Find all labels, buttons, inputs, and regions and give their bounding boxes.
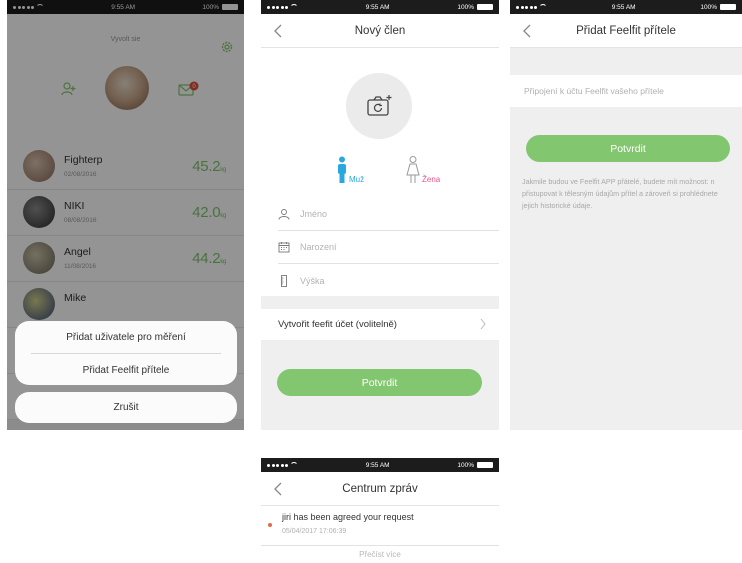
page-title: Přidat Feelfit přítele [576,24,676,37]
signal-icon [267,5,288,9]
message-text: jiri has been agreed your request [282,512,414,522]
ruler-icon [281,274,287,287]
chevron-left-icon [274,482,282,496]
gender-male-option[interactable]: Muž [337,156,364,184]
chevron-left-icon [274,24,282,38]
height-field[interactable]: Výška [278,264,499,297]
action-sheet: Přidat uživatele pro měření Přidat Feelf… [15,321,237,385]
male-icon [338,156,346,183]
wifi-icon [290,4,298,10]
battery-icon [476,4,493,10]
status-time: 9:55 AM [365,461,390,469]
page-title: Centrum zpráv [342,482,418,495]
birthdate-field[interactable]: Narození [278,231,499,264]
status-bar: 9:55 AM 100% [261,458,499,472]
signal-icon [516,5,537,9]
friend-account-placeholder: Připojení k účtu Feelfit vašeho přítele [524,86,664,96]
message-item[interactable]: jiri has been agreed your request 05/04/… [261,506,499,546]
status-time: 9:55 AM [611,3,636,11]
nav-bar: Centrum zpráv [261,472,499,506]
create-account-label: Vytvořit feefit účet (volitelně) [278,318,397,330]
height-placeholder: Výška [300,275,325,286]
cancel-button[interactable]: Zrušit [15,392,237,423]
back-button[interactable] [269,21,289,41]
read-more-link[interactable]: Přečíst více [261,546,499,563]
back-button[interactable] [269,479,289,499]
confirm-button[interactable]: Potvrdit [277,369,482,396]
screen-message-center: 9:55 AM 100% Centrum zpráv jiri has been… [261,458,499,563]
chevron-left-icon [523,24,531,38]
gender-female-option[interactable]: Žena [406,156,440,184]
nav-bar: Přidat Feelfit přítele [510,14,742,48]
message-timestamp: 05/04/2017 17:06:39 [282,528,347,535]
screen-members-home: 9:55 AM 100% Vyvolt sie 0 Fighterp 02/08… [7,0,244,430]
status-bar: 9:55 AM 100% [510,0,742,14]
add-friend-option[interactable]: Přidat Feelfit přítele [15,354,237,385]
wifi-icon [290,462,298,468]
back-button[interactable] [518,21,538,41]
name-field[interactable]: Jméno [278,198,499,231]
battery-icon [719,4,736,10]
birthdate-placeholder: Narození [300,242,337,252]
screen-new-member: 9:55 AM 100% Nový člen Muž Žena Jméno Na… [261,0,499,430]
gender-male-label: Muž [349,175,365,184]
create-account-row[interactable]: Vytvořit feefit účet (volitelně) [261,308,499,340]
name-placeholder: Jméno [300,209,328,219]
add-measure-user-option[interactable]: Přidat uživatele pro měření [15,321,237,353]
status-time: 9:55 AM [365,3,390,11]
wifi-icon [539,4,547,10]
female-icon [406,156,420,183]
page-title: Nový člen [354,24,406,37]
signal-icon [267,463,288,467]
photo-picker[interactable] [346,73,412,139]
chevron-right-icon [480,318,486,330]
person-icon [278,209,290,220]
info-note: Jakmile budou ve Feelfit APP přátelé, bu… [522,177,718,210]
calendar-icon [278,242,290,253]
nav-bar: Nový člen [261,14,499,48]
status-bar: 9:55 AM 100% [261,0,499,14]
screen-add-friend: 9:55 AM 100% Přidat Feelfit přítele Přip… [510,0,742,430]
battery-percent: 100% [700,3,717,11]
battery-percent: 100% [457,3,474,11]
unread-dot-icon [268,523,272,527]
gender-female-label: Žena [422,175,441,184]
battery-icon [476,462,493,468]
camera-icon [367,95,392,116]
battery-percent: 100% [457,461,474,469]
confirm-button[interactable]: Potvrdit [526,135,730,162]
friend-account-input[interactable]: Připojení k účtu Feelfit vašeho přítele [510,75,742,107]
